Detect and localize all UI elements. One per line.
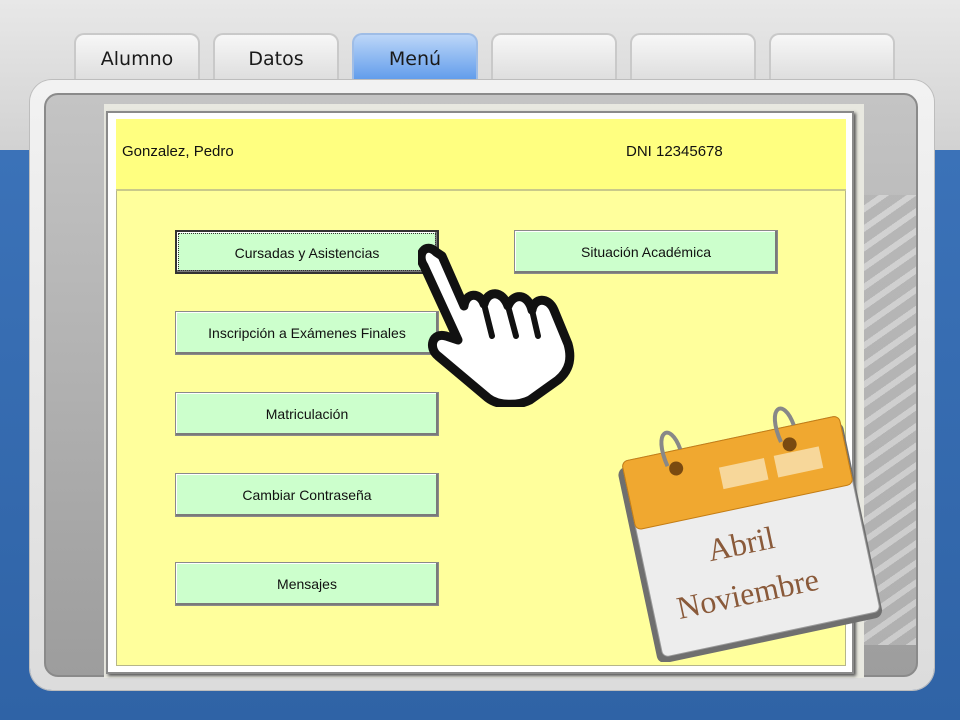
tab-label: Datos bbox=[248, 48, 304, 70]
cambiar-contrasena-button[interactable]: Cambiar Contraseña bbox=[175, 473, 439, 517]
inscripcion-examenes-button[interactable]: Inscripción a Exámenes Finales bbox=[175, 311, 439, 355]
tab-datos[interactable]: Datos bbox=[213, 33, 339, 83]
student-dni: DNI 12345678 bbox=[626, 143, 723, 160]
tab-empty-4[interactable] bbox=[491, 33, 617, 83]
tab-empty-6[interactable] bbox=[769, 33, 895, 83]
tab-empty-5[interactable] bbox=[630, 33, 756, 83]
tab-alumno[interactable]: Alumno bbox=[74, 33, 200, 83]
matriculacion-button[interactable]: Matriculación bbox=[175, 392, 439, 436]
pointing-hand-icon bbox=[418, 243, 575, 407]
tab-label: Menú bbox=[388, 48, 442, 70]
student-name: Gonzalez, Pedro bbox=[122, 143, 234, 160]
cursadas-button[interactable]: Cursadas y Asistencias bbox=[175, 230, 439, 274]
tab-menu[interactable]: Menú bbox=[352, 33, 478, 83]
mensajes-button[interactable]: Mensajes bbox=[175, 562, 439, 606]
tab-label: Alumno bbox=[100, 48, 174, 70]
calendar-icon: Abril Noviembre bbox=[618, 406, 883, 662]
